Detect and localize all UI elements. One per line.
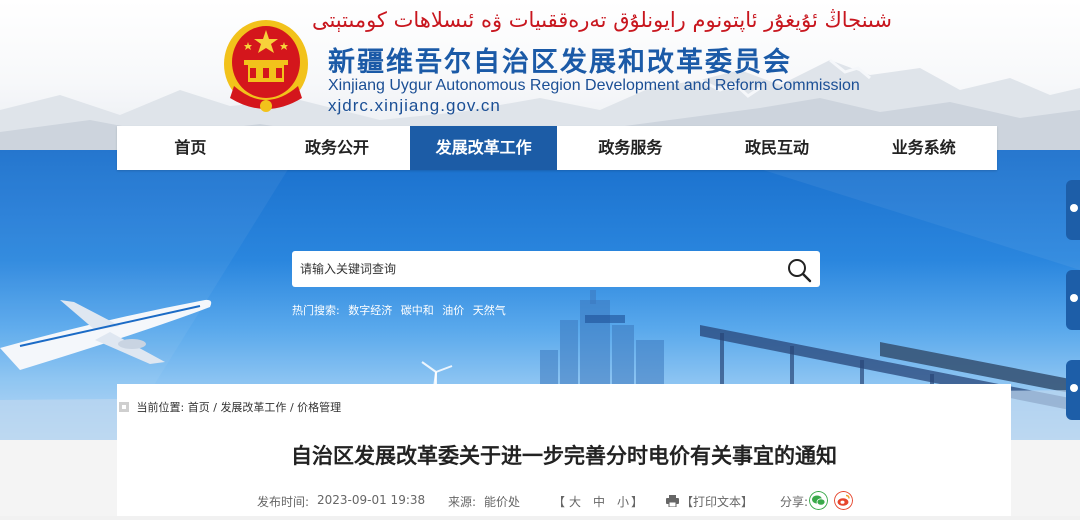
publish-label: 发布时间: — [257, 495, 310, 509]
hot-keyword[interactable]: 天然气 — [473, 304, 506, 317]
source-value: 能价处 — [484, 495, 521, 509]
main-nav: 首页 政务公开 发展改革工作 政务服务 政民互动 业务系统 — [117, 126, 997, 170]
printer-icon[interactable] — [666, 495, 679, 507]
national-emblem-icon — [224, 20, 308, 112]
article-card: 当前位置: 首页 / 发展改革工作 / 价格管理 自治区发展改革委关于进一步完善… — [117, 384, 1011, 520]
uyghur-title: شىنجاڭ ئۇيغۇر ئاپتونوم رايونلۇق تەرەققىي… — [311, 8, 892, 32]
site-title-en: Xinjiang Uygur Autonomous Region Develop… — [328, 77, 860, 94]
site-url: xjdrc.xinjiang.gov.cn — [328, 96, 501, 115]
hot-search: 热门搜索: 数字经济 碳中和 油价 天然气 — [292, 302, 511, 318]
hot-keyword[interactable]: 碳中和 — [401, 304, 434, 317]
breadcrumb-link-price-management[interactable]: 价格管理 — [297, 401, 341, 414]
breadcrumb-link-reform-work[interactable]: 发展改革工作 — [220, 401, 286, 414]
hot-search-label: 热门搜索: — [292, 304, 340, 317]
side-tab-3[interactable] — [1066, 360, 1080, 420]
nav-item-interaction[interactable]: 政民互动 — [704, 126, 851, 170]
breadcrumb-separator: / — [289, 401, 294, 414]
font-size-small-button[interactable]: 小 — [617, 493, 629, 510]
article-meta: 发布时间: 2023-09-01 19:38 来源: 能价处 【 大 中 小 】… — [117, 491, 1011, 511]
site-title-cn: 新疆维吾尔自治区发展和改革委员会 — [328, 47, 792, 78]
breadcrumb: 当前位置: 首页 / 发展改革工作 / 价格管理 — [117, 399, 341, 415]
nav-item-gov-services[interactable]: 政务服务 — [557, 126, 704, 170]
hot-keyword[interactable]: 数字经济 — [348, 304, 392, 317]
location-icon — [119, 402, 129, 412]
footer-divider — [0, 516, 1080, 520]
nav-item-business-systems[interactable]: 业务系统 — [850, 126, 997, 170]
nav-item-home[interactable]: 首页 — [117, 126, 264, 170]
side-tab-1[interactable] — [1066, 180, 1080, 240]
nav-item-gov-affairs-open[interactable]: 政务公开 — [264, 126, 411, 170]
breadcrumb-link-home[interactable]: 首页 — [188, 401, 210, 414]
nav-item-reform-work[interactable]: 发展改革工作 — [410, 126, 558, 170]
font-size-bracket-open: 【 — [553, 495, 566, 509]
weibo-share-icon[interactable] — [834, 491, 853, 510]
article-title: 自治区发展改革委关于进一步完善分时电价有关事宜的通知 — [291, 444, 837, 468]
breadcrumb-separator: / — [213, 401, 217, 414]
search-box — [292, 251, 820, 287]
font-size-medium-button[interactable]: 中 — [593, 493, 605, 510]
side-tab-2[interactable] — [1066, 270, 1080, 330]
wechat-share-icon[interactable] — [809, 491, 828, 510]
share-label: 分享: — [780, 495, 809, 509]
search-icon[interactable] — [786, 257, 812, 283]
search-input[interactable] — [292, 251, 772, 287]
source-label: 来源: — [448, 495, 477, 509]
breadcrumb-label: 当前位置: — [136, 401, 185, 414]
publish-time: 2023-09-01 19:38 — [317, 493, 426, 507]
hot-keyword[interactable]: 油价 — [442, 304, 464, 317]
font-size-bracket-close: 】 — [631, 495, 644, 509]
font-size-large-button[interactable]: 大 — [569, 493, 581, 510]
print-button[interactable]: 【打印文本】 — [681, 493, 753, 510]
